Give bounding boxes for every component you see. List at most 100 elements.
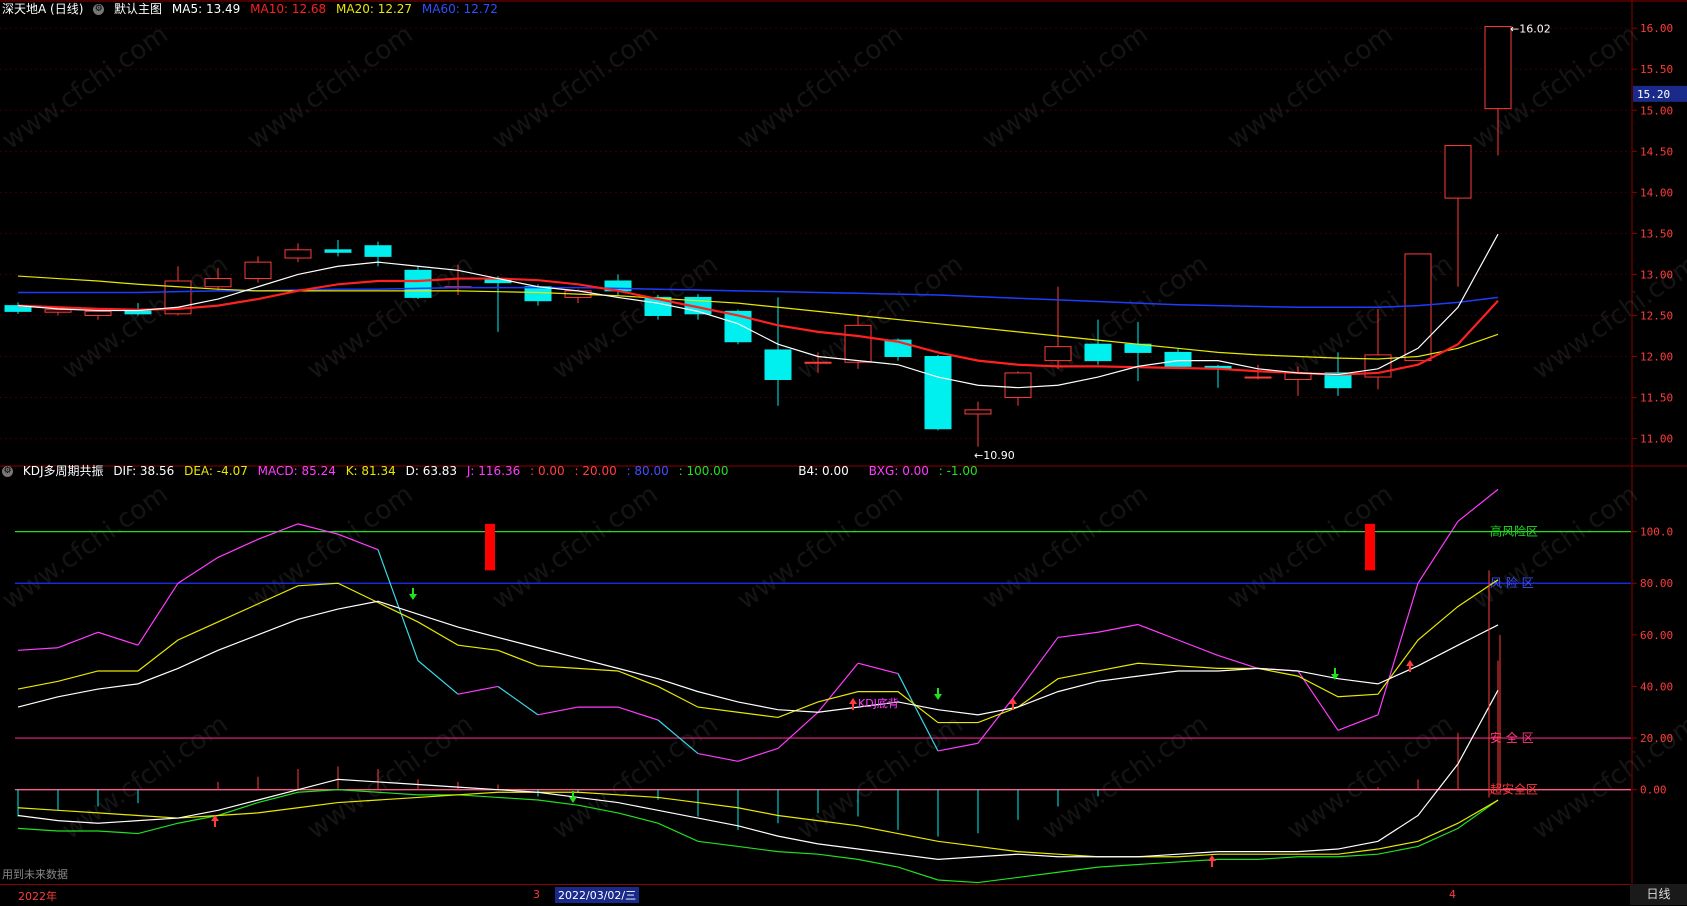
kdj-divergence-label: KDJ底背 (858, 696, 899, 710)
settings-icon[interactable]: ⚙ (2, 466, 13, 477)
candle-body (764, 349, 792, 380)
ma10-value: MA10: 12.68 (250, 2, 327, 16)
watermark-text: www.cfchi.com (1282, 709, 1459, 845)
watermark-text: www.cfchi.com (547, 709, 724, 845)
candle-body (1404, 253, 1432, 362)
time-label-march: 3 (533, 888, 540, 901)
watermark-text: www.cfchi.com (977, 19, 1154, 155)
candle-body (924, 356, 952, 430)
risk-signal-bar (485, 523, 495, 571)
j-line-segment (217, 538, 259, 558)
minus1-value: : -1.00 (938, 464, 978, 478)
b4-value: B4: 0.00 (798, 464, 849, 478)
zone-label: 风 险 区 (1490, 575, 1534, 590)
ma20-value: MA20: 12.27 (336, 2, 413, 16)
line0-value: : 0.00 (530, 464, 565, 478)
time-axis[interactable]: 2022年 3 2022/03/02/三 4 (0, 884, 1630, 906)
price-axis-label: 11.50 (1640, 392, 1673, 405)
candle-body (844, 324, 872, 363)
watermark-text: www.cfchi.com (1527, 709, 1687, 845)
macd-green-line (17, 789, 1499, 884)
d-line (17, 600, 1499, 716)
dif-line (17, 689, 1499, 860)
ma20-line (17, 275, 1499, 360)
candle-body (404, 269, 432, 298)
current-price-label: 15.20 (1637, 88, 1670, 101)
j-line-segment (457, 685, 499, 695)
ma60-value: MA60: 12.72 (421, 2, 498, 16)
candle-body (364, 245, 392, 257)
indicator-name[interactable]: KDJ多周期共振 (23, 464, 104, 478)
watermark-text: www.cfchi.com (1222, 19, 1399, 155)
dea-value: DEA: -4.07 (184, 464, 248, 478)
j-line-segment (1177, 639, 1219, 657)
candle-body (1164, 351, 1192, 367)
cursor-date: 2022/03/02/三 (555, 887, 640, 903)
macd-value: MACD: 85.24 (257, 464, 336, 478)
price-axis-label: 15.50 (1640, 63, 1673, 76)
candle-body (964, 409, 992, 415)
price-axis-label: 14.50 (1640, 145, 1673, 158)
j-line-segment (1337, 714, 1379, 731)
price-axis-label: 11.00 (1640, 433, 1673, 446)
j-line-segment (497, 685, 539, 716)
zone-label: 安 全 区 (1490, 730, 1534, 745)
signal-arrow-icon (409, 588, 417, 600)
dea-line (17, 791, 1499, 858)
watermark-text: www.cfchi.com (0, 19, 174, 155)
ma10-line (17, 277, 1499, 376)
candle-body (1004, 372, 1032, 399)
j-line-segment (1137, 623, 1179, 641)
future-data-note: 用到未来数据 (2, 868, 68, 881)
watermark-text: www.cfchi.com (242, 479, 419, 615)
zone-label: 高风险区 (1490, 524, 1538, 539)
candle-body (204, 278, 232, 288)
kdj-axis-label: 20.00 (1640, 732, 1673, 745)
dif-value: DIF: 38.56 (113, 464, 175, 478)
main-chart-header: 深天地A (日线) ⚙ 默认主图 MA5: 13.49 MA10: 12.68 … (2, 0, 504, 18)
j-line-segment (137, 582, 179, 646)
j-line-segment (177, 556, 219, 584)
high-price-mark: ←16.02 (1510, 23, 1551, 36)
watermark-text: www.cfchi.com (57, 709, 234, 845)
j-line-segment (1417, 520, 1459, 584)
kdj-axis-label: 40.00 (1640, 680, 1673, 693)
j-line-segment (417, 660, 459, 695)
line100-value: : 100.00 (678, 464, 729, 478)
candle-body (84, 310, 112, 316)
j-line-segment (1217, 654, 1259, 669)
j-line-segment (617, 706, 659, 721)
candle-body (1484, 26, 1512, 110)
j-line-segment (57, 631, 99, 649)
price-axis-label: 12.00 (1640, 351, 1673, 364)
template-name[interactable]: 默认主图 (114, 2, 162, 16)
low-price-mark: ←10.90 (974, 449, 1015, 462)
price-axis-label: 16.00 (1640, 22, 1673, 35)
k-value: K: 81.34 (345, 464, 396, 478)
stock-title[interactable]: 深天地A (日线) (2, 2, 83, 16)
j-line-segment (777, 711, 819, 749)
watermark-text: www.cfchi.com (547, 249, 724, 385)
watermark-text: www.cfchi.com (487, 479, 664, 615)
time-label-year: 2022年 (18, 890, 57, 903)
watermark-text: www.cfchi.com (1467, 479, 1644, 615)
price-axis-label: 13.50 (1640, 227, 1673, 240)
candle-body (804, 361, 832, 364)
time-label-april: 4 (1449, 888, 1456, 901)
price-axis-label: 15.00 (1640, 104, 1673, 117)
period-button[interactable]: 日线 (1630, 884, 1687, 905)
candle-body (324, 249, 352, 253)
zone-label: 超安全区 (1490, 782, 1538, 797)
d-value: D: 63.83 (405, 464, 458, 478)
candle-body (44, 309, 72, 313)
chart-canvas[interactable]: 16.0015.5015.0014.5014.0013.5013.0012.50… (0, 0, 1687, 905)
watermark-text: www.cfchi.com (0, 479, 174, 615)
watermark-text: www.cfchi.com (242, 19, 419, 155)
settings-icon[interactable]: ⚙ (93, 4, 105, 15)
j-line-segment (537, 706, 579, 716)
watermark-text: www.cfchi.com (1037, 709, 1214, 845)
j-line-segment (1057, 631, 1099, 639)
j-line-segment (857, 662, 899, 675)
j-line-segment (697, 752, 739, 762)
watermark-text: www.cfchi.com (732, 479, 909, 615)
